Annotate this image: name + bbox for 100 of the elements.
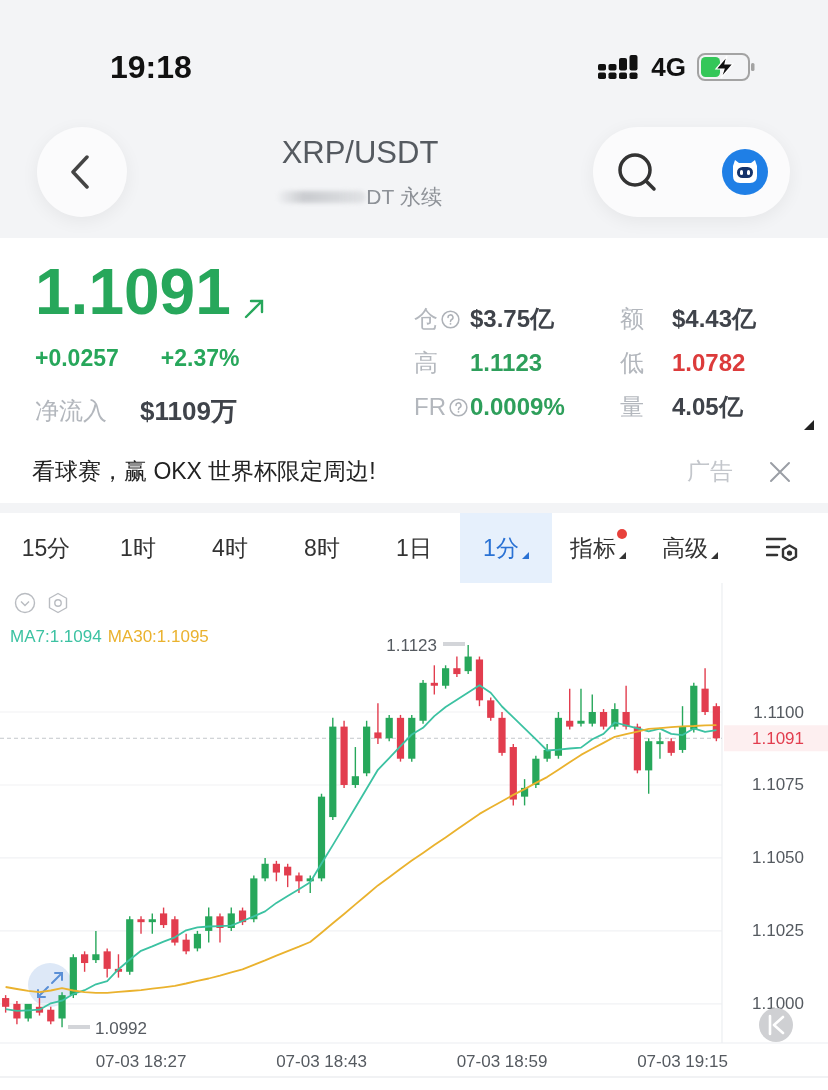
candle — [182, 933, 190, 955]
candle — [622, 685, 630, 731]
candle — [216, 912, 224, 944]
candle — [588, 693, 596, 728]
candle — [114, 953, 123, 979]
candle — [701, 667, 709, 716]
candle — [577, 687, 585, 728]
stat-value: 1.1123 — [470, 349, 544, 377]
candle — [509, 743, 517, 807]
signal-icon — [598, 55, 639, 79]
hexagon-gear-icon[interactable] — [47, 592, 69, 614]
interval-tab[interactable]: 指标 — [552, 513, 644, 583]
last-price-label: 1.1091 — [752, 728, 804, 748]
arrow-up-right-icon — [242, 298, 265, 320]
interval-tab[interactable]: 1分 — [460, 513, 552, 583]
candle — [261, 857, 269, 882]
interval-tab[interactable]: 高级 — [644, 513, 736, 583]
ad-text[interactable]: 看球赛，赢 OKX 世界杯限定周边! — [32, 456, 687, 487]
candle — [498, 711, 506, 757]
bar-chevron-icon[interactable] — [759, 1008, 793, 1042]
candle — [238, 906, 247, 926]
stat-value: 0.0009% — [470, 393, 566, 421]
ma-legend: MA7:1.1094 — [10, 626, 102, 648]
candle — [2, 994, 10, 1014]
interval-tab[interactable]: 15分 — [0, 513, 92, 583]
candle — [160, 906, 168, 929]
candle — [656, 731, 664, 760]
stat-label: 量 — [620, 392, 644, 422]
candle — [58, 991, 66, 1028]
candle — [227, 906, 235, 932]
candle — [92, 930, 100, 964]
candle — [374, 702, 382, 745]
candle — [306, 874, 314, 894]
axis-price-label: 1.1000 — [752, 994, 804, 1014]
net-inflow-label: 净流入 — [35, 396, 108, 426]
candle — [633, 723, 641, 774]
stat-label: 额 — [620, 304, 644, 334]
stat-value: 1.0782 — [672, 349, 747, 377]
time-axis-label: 07-03 18:59 — [456, 1051, 548, 1071]
stat-label: 低 — [620, 348, 644, 378]
candle — [193, 930, 201, 953]
candle — [532, 755, 540, 789]
battery-charging-icon — [697, 53, 755, 81]
candle — [13, 1000, 21, 1025]
candle — [363, 720, 371, 777]
low-label: 1.0992 — [95, 1018, 147, 1038]
candle — [35, 997, 44, 1017]
stat-label: 高 — [414, 348, 438, 378]
candle — [24, 1003, 32, 1023]
stat-value: $3.75亿 — [470, 304, 556, 334]
candle — [611, 702, 619, 731]
interval-tab[interactable]: 4时 — [184, 513, 276, 583]
stat-value: 4.05亿 — [672, 392, 744, 422]
network-label: 4G — [651, 51, 686, 83]
candle — [385, 714, 393, 742]
candle — [475, 655, 484, 707]
last-price: 1.1091 — [35, 257, 231, 327]
search-icon[interactable] — [617, 152, 657, 192]
candle — [137, 915, 145, 935]
candle — [396, 714, 405, 763]
percent-change: +2.37% — [160, 344, 240, 373]
stat-label: 仓 — [414, 304, 438, 334]
leader-line — [68, 1025, 90, 1029]
chevron-left-icon — [70, 155, 90, 189]
candle — [340, 720, 348, 789]
settings-icon[interactable] — [766, 535, 798, 561]
interval-tab[interactable]: 1日 — [368, 513, 460, 583]
pair-subtitle: DT 永续 — [366, 184, 442, 210]
candle — [284, 863, 292, 888]
candle — [408, 714, 416, 763]
candle — [690, 682, 698, 734]
help-icon[interactable] — [441, 309, 460, 329]
interval-tab[interactable]: 1时 — [92, 513, 184, 583]
interval-tab[interactable]: 8时 — [276, 513, 368, 583]
candle — [272, 860, 280, 882]
time-axis-label: 07-03 18:43 — [276, 1051, 367, 1071]
chevron-down-circle-icon[interactable] — [14, 592, 36, 614]
candle — [678, 705, 687, 754]
axis-price-label: 1.1025 — [752, 921, 804, 941]
candle — [148, 912, 156, 935]
candle — [453, 655, 461, 678]
close-icon[interactable] — [768, 459, 792, 484]
candle — [442, 664, 450, 690]
time-axis-label: 07-03 18:27 — [95, 1051, 187, 1071]
leader-line — [443, 642, 465, 646]
help-icon[interactable] — [449, 397, 468, 417]
robot-icon[interactable] — [722, 149, 768, 195]
candle — [126, 915, 134, 976]
corner-triangle-icon[interactable] — [804, 420, 814, 430]
high-label: 1.1123 — [386, 635, 437, 655]
candle — [295, 871, 303, 894]
candle — [103, 947, 111, 979]
candle — [566, 687, 574, 731]
candle — [599, 708, 608, 731]
status-time: 19:18 — [110, 50, 192, 84]
candle — [712, 702, 720, 742]
axis-price-label: 1.1075 — [752, 775, 804, 795]
candle — [645, 737, 653, 795]
candle — [250, 874, 258, 923]
ma-legend: MA30:1.1095 — [107, 626, 209, 648]
